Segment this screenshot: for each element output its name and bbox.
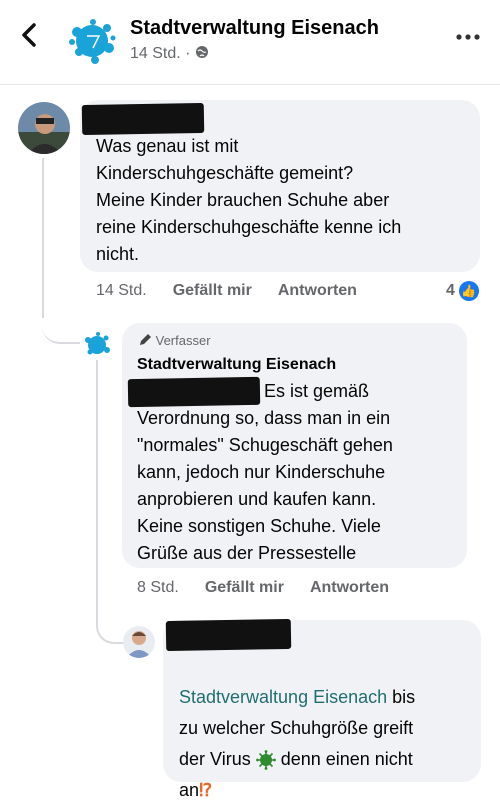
comment-author[interactable]: Stadtverwaltung Eisenach	[137, 356, 336, 374]
back-button[interactable]	[20, 22, 38, 54]
author-badge-label: Verfasser	[155, 333, 211, 348]
thread-line	[96, 360, 98, 610]
comment-actions: 8 Std. Gefällt mir Antworten	[137, 579, 415, 597]
reply-button[interactable]: Antworten	[278, 282, 357, 299]
reaction-number: 4	[446, 282, 455, 300]
like-reaction-icon: 👍	[458, 281, 479, 301]
comment-text: Verordnung so, dass man in ein "normales…	[137, 408, 393, 563]
redacted-author-name	[165, 618, 292, 652]
comment-text-part: denn einen nicht	[275, 749, 413, 769]
virus-emoji-icon	[255, 750, 276, 771]
page-avatar[interactable]	[65, 14, 119, 68]
redacted-author-name	[81, 102, 205, 136]
comment-text-part: der Virus	[179, 749, 256, 769]
post-header: Stadtverwaltung Eisenach 14 Std. ·	[0, 0, 500, 84]
globe-icon	[195, 46, 208, 58]
comment-text-part: an	[179, 780, 200, 800]
comment-text: Was genau ist mit Kinderschuhgeschäfte g…	[96, 136, 402, 264]
header-divider	[0, 84, 500, 85]
chevron-left-icon	[22, 23, 36, 47]
pen-icon	[140, 334, 151, 345]
thread-connector	[96, 596, 126, 644]
reply-button[interactable]: Antworten	[310, 579, 389, 596]
comment-text-part: zu welcher Schuhgröße greift	[179, 718, 414, 738]
user-photo-icon	[18, 102, 70, 154]
post-time: 14 Std. ·	[130, 45, 195, 62]
user-photo-icon	[123, 626, 155, 658]
reaction-count[interactable]: 4 👍	[446, 281, 479, 301]
thread-line	[42, 158, 44, 318]
comment-time: 14 Std.	[96, 282, 147, 299]
comment-actions: 14 Std. Gefällt mir Antworten	[96, 282, 383, 300]
splash-logo-icon	[85, 332, 110, 355]
like-button[interactable]: Gefällt mir	[205, 579, 284, 596]
comment-text: Stadtverwaltung Eisenach bis zu welcher S…	[179, 651, 479, 806]
page-name[interactable]: Stadtverwaltung Eisenach	[130, 17, 379, 40]
comment-text-part: bis	[387, 687, 416, 707]
thread-connector	[42, 300, 80, 344]
exclamation-question-icon: ⁉	[199, 780, 213, 800]
comment-text-first-line: Es ist gemäß	[264, 381, 370, 401]
avatar[interactable]	[82, 330, 112, 360]
post-meta: 14 Std. ·	[130, 45, 209, 63]
like-button[interactable]: Gefällt mir	[173, 282, 252, 299]
more-options-button[interactable]	[456, 22, 480, 42]
page-mention-link[interactable]: Stadtverwaltung Eisenach	[179, 687, 387, 707]
splash-logo-icon	[69, 19, 116, 64]
author-badge: Verfasser	[138, 333, 211, 348]
redacted-mention	[127, 376, 261, 408]
more-horizontal-icon	[456, 34, 480, 40]
avatar[interactable]	[18, 102, 70, 154]
avatar[interactable]	[123, 626, 155, 658]
comment-time: 8 Std.	[137, 579, 179, 596]
